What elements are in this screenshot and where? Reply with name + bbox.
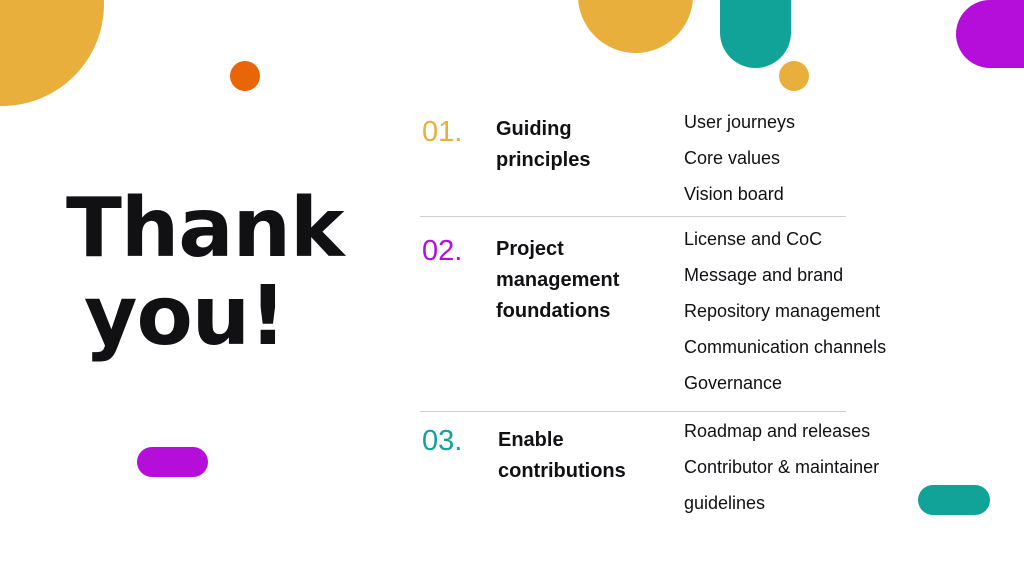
heading-line-1: Thank bbox=[66, 181, 345, 276]
decorative-teal-pill bbox=[918, 485, 990, 515]
decorative-yellow-dot bbox=[779, 61, 809, 91]
section-project-management: 02. Project management foundations Licen… bbox=[420, 221, 886, 407]
section-guiding-principles: 01. Guiding principles User journeys Cor… bbox=[420, 104, 846, 214]
heading-line-2: you! bbox=[84, 269, 287, 364]
list-item: Contributor & maintainer bbox=[684, 457, 880, 477]
section-enable-contributions: 03. Enable contributions Roadmap and rel… bbox=[420, 413, 879, 523]
section-items: License and CoC Message and brand Reposi… bbox=[684, 221, 886, 401]
list-item: Communication channels bbox=[684, 337, 887, 357]
section-items: Roadmap and releases Contributor & maint… bbox=[684, 413, 879, 521]
section-number: 01. bbox=[422, 116, 463, 148]
section-title: Guiding principles bbox=[496, 118, 591, 171]
list-item: Governance bbox=[684, 373, 783, 393]
section-number: 03. bbox=[422, 425, 463, 457]
decorative-purple-pill bbox=[137, 447, 208, 477]
list-item: Vision board bbox=[684, 184, 784, 204]
list-item: User journeys bbox=[684, 112, 796, 132]
list-item: License and CoC bbox=[684, 229, 823, 249]
list-item: guidelines bbox=[684, 493, 766, 513]
decorative-orange-dot bbox=[230, 61, 260, 91]
section-number: 02. bbox=[422, 235, 463, 267]
section-divider bbox=[420, 216, 846, 217]
decorative-purple-pill-top-right bbox=[956, 0, 1024, 68]
list-item: Roadmap and releases bbox=[684, 421, 871, 441]
thank-you-heading: Thank you! bbox=[66, 181, 345, 364]
section-items: User journeys Core values Vision board bbox=[684, 104, 795, 212]
list-item: Core values bbox=[684, 148, 781, 168]
list-item: Repository management bbox=[684, 301, 881, 321]
section-title: Project management foundations bbox=[496, 238, 620, 322]
decorative-teal-pill-top bbox=[720, 0, 791, 68]
decorative-yellow-circle-top bbox=[578, 0, 693, 53]
section-divider bbox=[420, 411, 846, 412]
decorative-yellow-circle bbox=[0, 0, 104, 106]
section-title: Enable contributions bbox=[498, 429, 626, 482]
list-item: Message and brand bbox=[684, 265, 844, 285]
